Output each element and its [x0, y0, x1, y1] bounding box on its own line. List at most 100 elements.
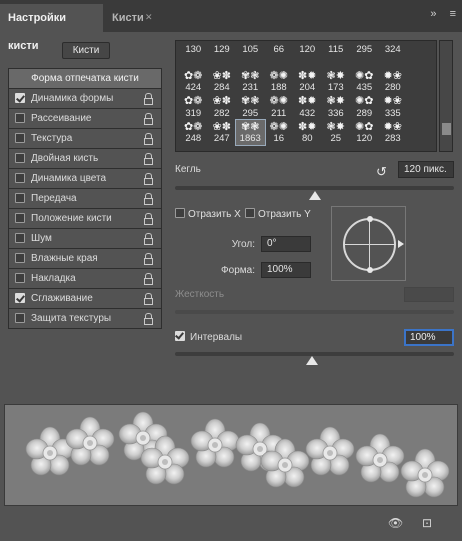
brushes-button[interactable]: Кисти — [62, 42, 110, 59]
hamburger-menu-icon[interactable]: ≡ — [450, 8, 456, 20]
option-label[interactable]: Рассеивание — [31, 113, 91, 124]
brush-tip-cell[interactable]: ✿❁ 319 — [179, 94, 208, 120]
option-label[interactable]: Защита текстуры — [31, 313, 111, 324]
brush-tip-cell[interactable]: ✿❁ 424 — [179, 69, 208, 95]
brush-tip-cell[interactable]: 105 — [236, 43, 265, 69]
roundness-input[interactable]: 100% — [261, 262, 311, 278]
brush-tip-cell[interactable]: ✺✿ 289 — [350, 94, 379, 120]
brush-option-row[interactable]: Рассеивание — [8, 109, 162, 129]
brush-tip-cell[interactable]: ❀✽ 284 — [208, 69, 237, 95]
brush-option-row[interactable]: Влажные края — [8, 249, 162, 269]
brush-tip-cell[interactable]: ✺✿ 120 — [350, 120, 379, 146]
lock-icon[interactable] — [144, 273, 153, 285]
flip-y-box[interactable] — [245, 208, 255, 218]
angle-arrow-icon[interactable] — [398, 240, 404, 248]
brush-tip-cell[interactable]: ✿❁ 248 — [179, 120, 208, 146]
tab-brush-settings[interactable]: Настройки кисти — [0, 4, 103, 52]
brush-tip-cell[interactable]: ❀✽ 247 — [208, 120, 237, 146]
brush-tip-cell[interactable]: ✾❃ 295 — [236, 94, 265, 120]
brush-tip-cell[interactable]: ✾❃ 231 — [236, 69, 265, 95]
flip-x-checkbox[interactable]: Отразить X — [175, 208, 241, 220]
angle-input[interactable]: 0° — [261, 236, 311, 252]
lock-icon[interactable] — [144, 313, 153, 325]
brush-tip-cell[interactable]: 129 — [208, 43, 237, 69]
lock-icon[interactable] — [144, 253, 153, 265]
brush-tip-cell[interactable]: ✽✹ 204 — [293, 69, 322, 95]
brush-tip-cell[interactable]: 115 — [322, 43, 351, 69]
option-label[interactable]: Сглаживание — [31, 293, 93, 304]
brush-option-row[interactable]: Динамика цвета — [8, 169, 162, 189]
brush-tip-cell[interactable]: ✾❃ 1863 — [235, 118, 266, 146]
option-label[interactable]: Двойная кисть — [31, 153, 98, 164]
size-slider-handle[interactable] — [308, 191, 321, 200]
option-label[interactable]: Текстура — [31, 133, 72, 144]
lock-icon[interactable] — [144, 233, 153, 245]
option-label[interactable]: Передача — [31, 193, 77, 204]
size-slider[interactable] — [175, 186, 454, 190]
option-checkbox[interactable] — [15, 213, 25, 223]
option-checkbox[interactable] — [15, 113, 25, 123]
option-label[interactable]: Положение кисти — [31, 213, 112, 224]
option-checkbox[interactable] — [15, 253, 25, 263]
brush-tip-cell[interactable]: ❃✸ 173 — [322, 69, 351, 95]
option-checkbox[interactable] — [15, 293, 25, 303]
spacing-checkbox[interactable] — [175, 331, 188, 343]
option-checkbox[interactable] — [15, 193, 25, 203]
brush-option-row[interactable]: Передача — [8, 189, 162, 209]
brush-option-row[interactable]: Двойная кисть — [8, 149, 162, 169]
option-checkbox[interactable] — [15, 93, 25, 103]
lock-icon[interactable] — [144, 213, 153, 225]
lock-icon[interactable] — [144, 153, 153, 165]
angle-roundness-widget[interactable] — [331, 206, 406, 281]
brush-tip-cell[interactable]: ❁✺ 211 — [265, 94, 294, 120]
spacing-input[interactable]: 100% — [404, 329, 454, 346]
flip-y-checkbox[interactable]: Отразить Y — [245, 208, 311, 220]
brush-option-row[interactable]: Текстура — [8, 129, 162, 149]
spacing-box[interactable] — [175, 331, 185, 341]
new-preset-icon[interactable]: ⊡ — [422, 516, 432, 530]
tip-shape-item[interactable]: Форма отпечатка кисти — [8, 68, 162, 89]
tab-close-icon[interactable]: ✕ — [145, 12, 153, 23]
brush-tip-cell[interactable]: ✺✿ 435 — [350, 69, 379, 95]
option-label[interactable]: Шум — [31, 233, 52, 244]
brush-option-row[interactable]: Положение кисти — [8, 209, 162, 229]
option-checkbox[interactable] — [15, 273, 25, 283]
brush-tip-cell[interactable]: 324 — [379, 43, 408, 69]
lock-icon[interactable] — [144, 93, 153, 105]
size-input[interactable]: 120 пикс. — [398, 161, 454, 178]
option-label[interactable]: Динамика формы — [31, 93, 113, 104]
brush-tip-cell[interactable]: ❁✺ 188 — [265, 69, 294, 95]
flip-x-box[interactable] — [175, 208, 185, 218]
lock-icon[interactable] — [144, 193, 153, 205]
brush-tip-cell[interactable]: ✹❀ 280 — [379, 69, 408, 95]
lock-icon[interactable] — [144, 293, 153, 305]
brush-option-row[interactable]: Накладка — [8, 269, 162, 289]
lock-icon[interactable] — [144, 133, 153, 145]
option-checkbox[interactable] — [15, 153, 25, 163]
lock-icon[interactable] — [144, 113, 153, 125]
brush-tip-cell[interactable]: 130 — [179, 43, 208, 69]
brush-option-row[interactable]: Сглаживание — [8, 289, 162, 309]
option-label[interactable]: Накладка — [31, 273, 76, 284]
roundness-handle-top[interactable] — [367, 216, 373, 222]
brush-tip-cell[interactable]: 66 — [265, 43, 294, 69]
brush-tip-cell[interactable]: ❀✽ 282 — [208, 94, 237, 120]
brush-tip-cell[interactable]: ❃✸ 336 — [322, 94, 351, 120]
brush-tip-cell[interactable]: 120 — [293, 43, 322, 69]
lock-icon[interactable] — [144, 173, 153, 185]
visibility-toggle-icon[interactable]: 👁 — [388, 516, 403, 530]
brush-option-row[interactable]: Защита текстуры — [8, 309, 162, 329]
option-label[interactable]: Влажные края — [31, 253, 98, 264]
option-label[interactable]: Динамика цвета — [31, 173, 106, 184]
roundness-handle-bottom[interactable] — [367, 267, 373, 273]
grid-scrollbar[interactable] — [439, 40, 453, 152]
scrollbar-thumb[interactable] — [442, 123, 451, 135]
spacing-slider-handle[interactable] — [305, 356, 318, 365]
brush-tip-cell[interactable]: ❁✺ 16 — [265, 120, 294, 146]
option-checkbox[interactable] — [15, 133, 25, 143]
brush-tip-cell[interactable]: ✽✹ 432 — [293, 94, 322, 120]
option-checkbox[interactable] — [15, 233, 25, 243]
double-chevron-icon[interactable]: » — [430, 8, 436, 20]
brush-tip-cell[interactable]: ❃✸ 25 — [322, 120, 351, 146]
brush-tip-cell[interactable]: ✹❀ 283 — [379, 120, 408, 146]
